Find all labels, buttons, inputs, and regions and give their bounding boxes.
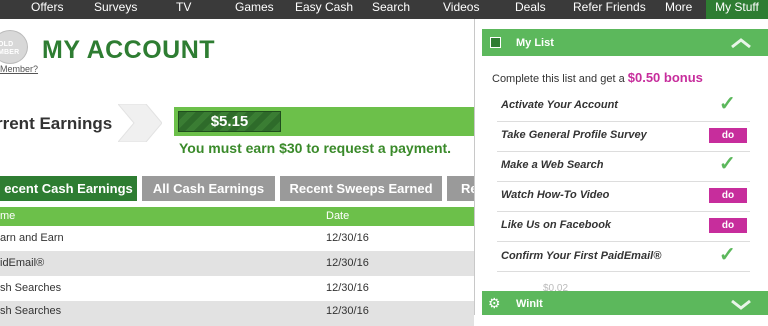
table-row <box>0 301 474 326</box>
earnings-amount: $5.15 <box>210 113 249 130</box>
bonus-description: Complete this list and get a $0.50 bonus <box>492 70 703 85</box>
nav-surveys[interactable]: Surveys <box>94 0 137 19</box>
tab-all-cash-earnings[interactable]: All Cash Earnings <box>142 176 275 201</box>
tab-recent-cash-earnings[interactable]: ecent Cash Earnings <box>0 176 137 201</box>
nav-easy-cash[interactable]: Easy Cash <box>295 0 353 19</box>
nav-search[interactable]: Search <box>372 0 410 19</box>
column-header-name: me <box>0 210 16 222</box>
task-label: Like Us on Facebook <box>501 219 612 231</box>
list-icon <box>490 37 501 48</box>
tab-recent-sweeps-earned[interactable]: Recent Sweeps Earned <box>280 176 442 201</box>
checkmark-icon: ✓ <box>719 244 736 266</box>
member-link[interactable]: Member? <box>0 64 38 74</box>
task-label: Watch How-To Video <box>501 189 610 201</box>
row-name: idEmail® <box>0 257 45 269</box>
nav-deals[interactable]: Deals <box>515 0 546 19</box>
nav-my-stuff[interactable]: My Stuff <box>706 0 768 19</box>
bonus-amount: $0.50 bonus <box>627 70 703 85</box>
gear-icon: ⚙ <box>488 295 501 311</box>
table-header <box>0 207 474 226</box>
do-button[interactable]: do <box>709 218 747 233</box>
do-button[interactable]: do <box>709 128 747 143</box>
column-header-date: Date <box>326 210 350 222</box>
current-earnings-label: rrent Earnings <box>0 114 113 133</box>
row-date: 12/30/16 <box>326 257 369 269</box>
nav-tv[interactable]: TV <box>176 0 191 19</box>
table-row <box>0 251 474 276</box>
nav-offers[interactable]: Offers <box>31 0 63 19</box>
row-name: arn and Earn <box>0 232 64 244</box>
task-label: Confirm Your First PaidEmail® <box>501 250 662 262</box>
tab-referrals[interactable]: Ref <box>447 176 474 201</box>
my-list-title: My List <box>516 37 554 49</box>
page-title: MY ACCOUNT <box>42 36 216 64</box>
table-row <box>0 276 474 301</box>
task-label: Make a Web Search <box>501 159 604 171</box>
payment-threshold-note: You must earn $30 to request a payment. <box>179 140 452 156</box>
do-button[interactable]: do <box>709 188 747 203</box>
bonus-prefix: Complete this list and get a <box>492 73 625 85</box>
chevron-down-icon[interactable] <box>730 298 752 310</box>
nav-refer-friends[interactable]: Refer Friends <box>573 0 646 19</box>
nav-games[interactable]: Games <box>235 0 274 19</box>
checkmark-icon: ✓ <box>719 153 736 175</box>
row-date: 12/30/16 <box>326 282 369 294</box>
task-label: Take General Profile Survey <box>501 129 647 141</box>
nav-videos[interactable]: Videos <box>443 0 479 19</box>
checkmark-icon: ✓ <box>719 93 736 115</box>
row-name: sh Searches <box>0 305 62 317</box>
badge-text: OLD MBER <box>0 41 20 56</box>
table-row <box>0 226 474 251</box>
chevron-up-icon[interactable] <box>730 37 752 49</box>
row-date: 12/30/16 <box>326 305 369 317</box>
task-label: Activate Your Account <box>501 99 618 111</box>
nav-more[interactable]: More <box>665 0 692 19</box>
winit-title: WinIt <box>516 298 543 310</box>
arrow-icon <box>118 104 162 142</box>
row-name: sh Searches <box>0 282 62 294</box>
row-date: 12/30/16 <box>326 232 369 244</box>
